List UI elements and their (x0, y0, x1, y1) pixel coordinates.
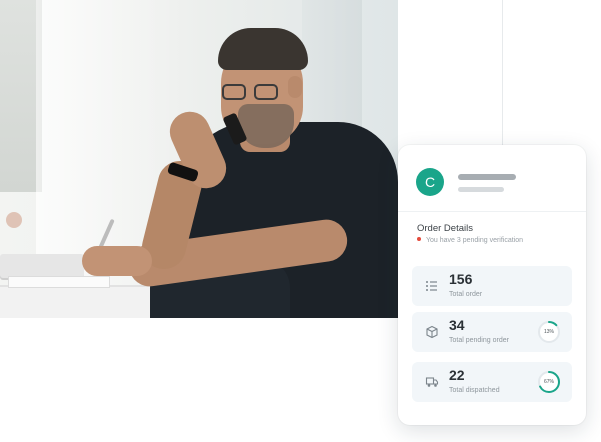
list-icon (426, 281, 437, 291)
progress-label: 13% (543, 329, 554, 335)
stat-total-dispatched[interactable]: 22 Total dispatched 67% (412, 362, 572, 402)
laptop (0, 254, 84, 278)
progress-ring: 13% (537, 320, 561, 344)
box-icon (426, 325, 438, 339)
notebook (8, 276, 110, 288)
name-placeholder-bar (458, 174, 516, 180)
subtitle-placeholder-bar (458, 187, 504, 192)
plant (6, 212, 22, 228)
stat-label: Total dispatched (449, 387, 500, 394)
progress-label: 67% (543, 379, 554, 385)
alert-dot-icon (417, 237, 421, 242)
pending-verification-text: You have 3 pending verification (426, 237, 524, 244)
stat-label: Total order (449, 291, 483, 298)
man-ear (288, 76, 302, 98)
man-hair (218, 28, 308, 70)
pending-verification-note[interactable]: You have 3 pending verification (417, 237, 523, 244)
glasses (222, 84, 284, 100)
truck-icon (425, 377, 439, 387)
stat-value: 22 (449, 367, 465, 383)
decorative-line (502, 0, 503, 150)
man-writing-hand (82, 246, 152, 276)
card-header: C (398, 145, 586, 212)
stat-value: 34 (449, 317, 465, 333)
order-details-card: C Order Details You have 3 pending verif… (398, 145, 586, 425)
stat-total-pending-order[interactable]: 34 Total pending order 13% (412, 312, 572, 352)
stat-total-order[interactable]: 156 Total order (412, 266, 572, 306)
desk (0, 285, 160, 318)
hero-photo (0, 0, 398, 318)
order-details-title: Order Details (417, 223, 473, 234)
progress-ring: 67% (537, 370, 561, 394)
stat-label: Total pending order (449, 337, 509, 344)
stat-value: 156 (449, 271, 473, 287)
avatar[interactable]: C (416, 168, 444, 196)
